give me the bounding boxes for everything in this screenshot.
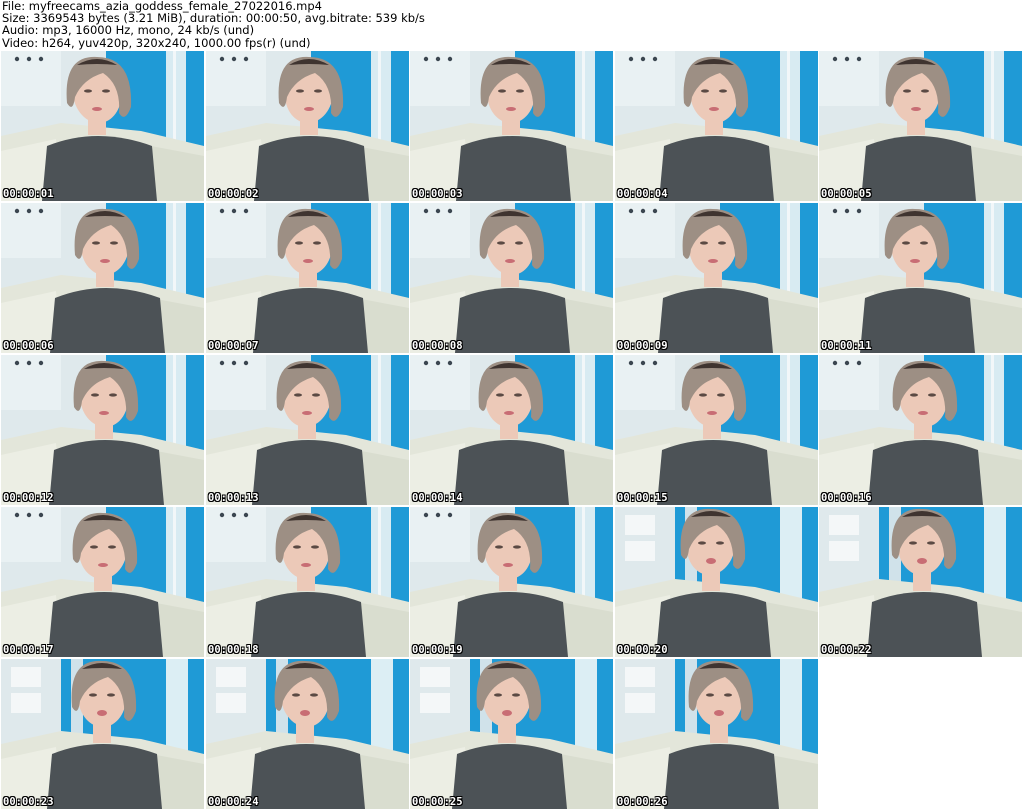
frame-image xyxy=(615,659,818,809)
video-frame-thumbnail: 00:00:17 xyxy=(1,507,204,657)
frame-timestamp: 00:00:13 xyxy=(208,492,259,504)
frame-image xyxy=(206,203,409,353)
frame-timestamp: 00:00:08 xyxy=(412,340,463,352)
frame-image xyxy=(410,51,613,201)
video-frame-thumbnail: 00:00:08 xyxy=(410,203,613,353)
audio-info-line: Audio: mp3, 16000 Hz, mono, 24 kb/s (und… xyxy=(2,23,255,38)
frame-image xyxy=(615,203,818,353)
frame-timestamp: 00:00:12 xyxy=(3,492,54,504)
frame-image xyxy=(615,355,818,505)
frame-image xyxy=(410,355,613,505)
video-frame-thumbnail: 00:00:09 xyxy=(615,203,818,353)
frame-image xyxy=(819,51,1022,201)
frame-image xyxy=(615,51,818,201)
video-frame-thumbnail: 00:00:12 xyxy=(1,355,204,505)
video-frame-thumbnail: 00:00:13 xyxy=(206,355,409,505)
video-frame-thumbnail: 00:00:24 xyxy=(206,659,409,809)
frame-timestamp: 00:00:25 xyxy=(412,796,463,808)
frame-image xyxy=(615,507,818,657)
frame-timestamp: 00:00:04 xyxy=(617,188,668,200)
video-frame-thumbnail: 00:00:26 xyxy=(615,659,818,809)
frame-timestamp: 00:00:09 xyxy=(617,340,668,352)
frame-timestamp: 00:00:20 xyxy=(617,644,668,656)
frame-image xyxy=(1,203,204,353)
frame-image xyxy=(1,507,204,657)
frame-image xyxy=(410,507,613,657)
frame-timestamp: 00:00:02 xyxy=(208,188,259,200)
frame-image xyxy=(819,355,1022,505)
video-frame-thumbnail: 00:00:16 xyxy=(819,355,1022,505)
frame-image xyxy=(206,51,409,201)
video-frame-thumbnail: 00:00:07 xyxy=(206,203,409,353)
frame-image xyxy=(206,659,409,809)
video-frame-thumbnail: 00:00:04 xyxy=(615,51,818,201)
video-frame-thumbnail: 00:00:23 xyxy=(1,659,204,809)
frame-image xyxy=(1,51,204,201)
frame-image xyxy=(1,355,204,505)
frame-image xyxy=(206,355,409,505)
frame-timestamp: 00:00:03 xyxy=(412,188,463,200)
frame-image xyxy=(206,507,409,657)
frame-timestamp: 00:00:19 xyxy=(412,644,463,656)
frame-timestamp: 00:00:01 xyxy=(3,188,54,200)
video-frame-thumbnail: 00:00:01 xyxy=(1,51,204,201)
frame-timestamp: 00:00:15 xyxy=(617,492,668,504)
video-frame-thumbnail: 00:00:25 xyxy=(410,659,613,809)
video-frame-thumbnail: 00:00:15 xyxy=(615,355,818,505)
frame-image xyxy=(819,507,1022,657)
video-frame-thumbnail: 00:00:19 xyxy=(410,507,613,657)
frame-image xyxy=(819,203,1022,353)
frame-timestamp: 00:00:06 xyxy=(3,340,54,352)
video-frame-thumbnail: 00:00:22 xyxy=(819,507,1022,657)
frame-timestamp: 00:00:07 xyxy=(208,340,259,352)
video-frame-thumbnail: 00:00:05 xyxy=(819,51,1022,201)
file-info-header: File: myfreecams_azia_goddess_female_270… xyxy=(2,0,425,49)
frame-image xyxy=(410,659,613,809)
video-frame-thumbnail: 00:00:20 xyxy=(615,507,818,657)
video-frame-thumbnail: 00:00:03 xyxy=(410,51,613,201)
frame-timestamp: 00:00:05 xyxy=(821,188,872,200)
frame-timestamp: 00:00:26 xyxy=(617,796,668,808)
video-frame-thumbnail: 00:00:14 xyxy=(410,355,613,505)
frame-timestamp: 00:00:16 xyxy=(821,492,872,504)
thumbnail-grid: 00:00:01 00:00:02 00:00:03 00:00:04 00:00:05… xyxy=(0,51,1024,811)
frame-timestamp: 00:00:24 xyxy=(208,796,259,808)
frame-timestamp: 00:00:14 xyxy=(412,492,463,504)
frame-timestamp: 00:00:18 xyxy=(208,644,259,656)
frame-timestamp: 00:00:17 xyxy=(3,644,54,656)
frame-timestamp: 00:00:22 xyxy=(821,644,872,656)
video-frame-thumbnail: 00:00:18 xyxy=(206,507,409,657)
frame-timestamp: 00:00:23 xyxy=(3,796,54,808)
video-info-line: Video: h264, yuv420p, 320x240, 1000.00 f… xyxy=(2,35,311,50)
video-frame-thumbnail: 00:00:11 xyxy=(819,203,1022,353)
frame-timestamp: 00:00:11 xyxy=(821,340,872,352)
frame-image xyxy=(1,659,204,809)
video-frame-thumbnail: 00:00:06 xyxy=(1,203,204,353)
video-frame-thumbnail: 00:00:02 xyxy=(206,51,409,201)
frame-image xyxy=(410,203,613,353)
